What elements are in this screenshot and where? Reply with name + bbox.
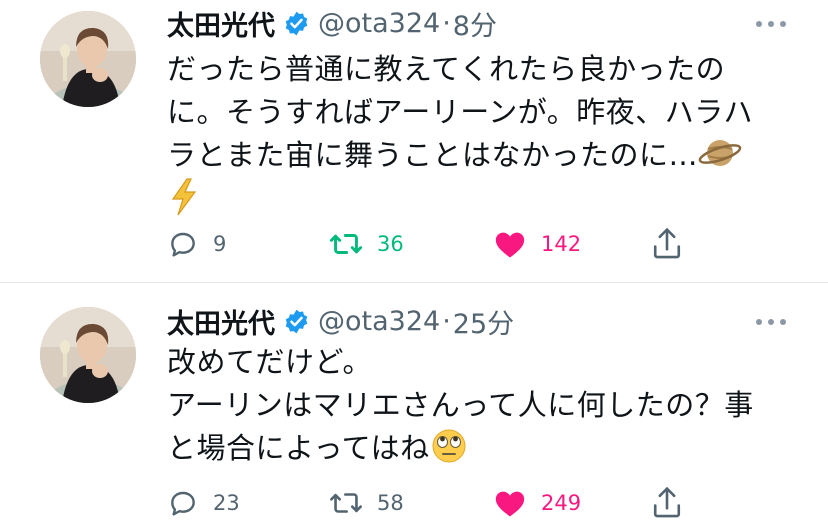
tweet[interactable]: 太田光代 @ota324 · 8分 だったら普通に教えてくれたら良かったの に。… [0, 0, 828, 282]
retweet-icon [330, 493, 362, 513]
tweet-text-line: だったら普通に教えてくれたら良かったの [167, 52, 726, 86]
share-button[interactable] [651, 224, 683, 264]
tweet-header: 太田光代 @ota324 · 8分 [167, 3, 497, 43]
tweet-header: 太田光代 @ota324 · 25分 [167, 301, 514, 341]
tweet-text: だったら普通に教えてくれたら良かったの に。そうすればアーリーンが。昨夜、ハラハ… [167, 48, 753, 220]
tweet-text-line-with-emoji: ラとまた宙に舞うことはなかったのに… [167, 134, 753, 177]
tweet-text-line: 改めてだけど。 [167, 345, 373, 379]
reply-count: 9 [213, 232, 227, 256]
more-options-icon[interactable] [756, 317, 786, 327]
separator-dot: · [442, 305, 451, 337]
share-icon [653, 487, 681, 518]
heart-filled-icon [495, 232, 525, 258]
ringed-planet-emoji [698, 140, 742, 166]
more-options-icon[interactable] [756, 19, 786, 29]
avatar[interactable] [40, 307, 136, 403]
like-button[interactable]: 249 [493, 483, 581, 523]
tweet-actions: 23 58 249 [167, 483, 727, 523]
reply-count: 23 [213, 491, 240, 515]
avatar[interactable] [40, 11, 136, 107]
tweet-text-line: に。そうすればアーリーンが。昨夜、ハラハ [167, 95, 753, 129]
verified-badge-icon [285, 309, 308, 333]
retweet-button[interactable]: 58 [329, 483, 404, 523]
tweet[interactable]: 太田光代 @ota324 · 25分 改めてだけど。 アーリンはマリエさんって人… [0, 283, 828, 522]
handle[interactable]: @ota324 [318, 8, 440, 39]
heart-filled-icon [495, 491, 525, 517]
avatar-photo-icon [40, 307, 136, 403]
share-icon [653, 228, 681, 259]
separator-dot: · [442, 7, 451, 39]
timestamp[interactable]: 8分 [453, 4, 497, 43]
avatar-photo-icon [40, 11, 136, 107]
reply-button[interactable]: 23 [167, 483, 240, 523]
timestamp[interactable]: 25分 [453, 302, 514, 341]
tweet-text-line-emoji [167, 177, 753, 220]
like-count: 249 [541, 491, 582, 515]
like-button[interactable]: 142 [493, 224, 581, 264]
reply-icon [171, 232, 195, 257]
face-with-rolling-eyes-emoji [432, 429, 466, 463]
tweet-text-line: アーリンはマリエさんって人に何したの？事 [167, 388, 754, 422]
reply-button[interactable]: 9 [167, 224, 226, 264]
tweet-text-line-with-emoji: と場合によってはね [167, 427, 754, 470]
tweet-text-line: と場合によってはね [167, 431, 430, 465]
retweet-icon [329, 234, 363, 254]
like-count: 142 [541, 232, 582, 256]
handle[interactable]: @ota324 [318, 306, 440, 337]
retweet-count: 36 [377, 232, 404, 256]
lightning-emoji [171, 178, 197, 216]
tweet-actions: 9 36 142 [167, 224, 727, 264]
tweet-text: 改めてだけど。 アーリンはマリエさんって人に何したの？事 と場合によってはね [167, 341, 754, 470]
display-name[interactable]: 太田光代 [167, 302, 275, 341]
verified-badge-icon [285, 11, 308, 35]
retweet-button[interactable]: 36 [329, 224, 404, 264]
share-button[interactable] [651, 483, 683, 523]
tweet-text-line: ラとまた宙に舞うことはなかったのに… [167, 138, 699, 172]
retweet-count: 58 [377, 491, 404, 515]
reply-icon [171, 491, 195, 516]
display-name[interactable]: 太田光代 [167, 4, 275, 43]
